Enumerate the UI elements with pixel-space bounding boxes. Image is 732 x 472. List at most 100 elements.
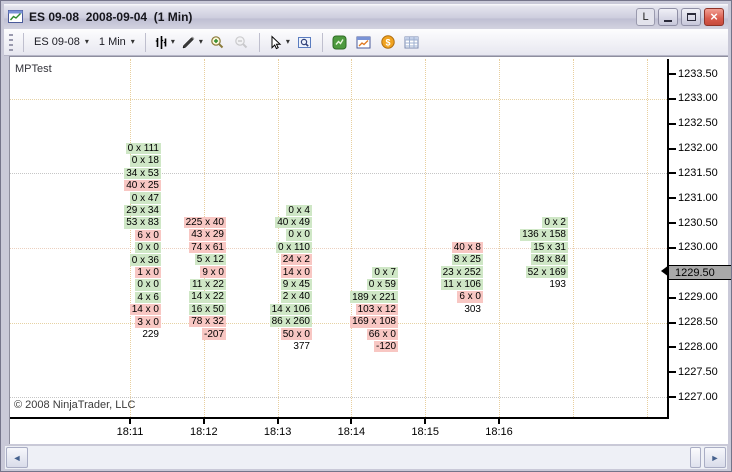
bidask-cell: 24 x 2 — [280, 254, 312, 266]
price-label: 1228.50 — [678, 316, 718, 328]
column-total: -120 — [373, 340, 398, 353]
time-label: 18:16 — [485, 426, 513, 438]
instrument-label: ES 09-08 — [34, 36, 80, 48]
column-total: 193 — [549, 279, 566, 291]
v-gridline — [351, 59, 353, 417]
bidask-cell: 0 x 0 — [135, 242, 161, 254]
zoom-in-button[interactable] — [207, 32, 229, 53]
price-tick — [669, 246, 676, 249]
time-tick — [350, 419, 353, 424]
price-label: 1227.50 — [678, 365, 718, 378]
price-tick — [669, 296, 676, 299]
close-button[interactable]: × — [704, 7, 724, 26]
data-box-button[interactable] — [294, 32, 316, 53]
bidask-cell: 9 x 45 — [280, 278, 312, 291]
scrollbar-thumb[interactable] — [690, 447, 701, 468]
maximize-button[interactable] — [681, 7, 701, 26]
bidask-cell: 23 x 252 — [440, 266, 483, 278]
chevron-down-icon: ▾ — [285, 37, 290, 46]
account-button[interactable]: $ — [377, 32, 399, 53]
profile-column: 0 x 2 136 x 158 15 x 31 48 x 84 52 x 169 193 — [520, 216, 568, 291]
time-label: 18:11 — [116, 426, 144, 438]
price-label: 1228.00 — [678, 340, 718, 353]
price-tick — [669, 73, 676, 75]
bidask-cell: 0 x 59 — [366, 278, 398, 291]
column-total: 229 — [142, 328, 159, 340]
h-gridline — [10, 247, 667, 249]
profile-column: 0 x 70 x 59 189 x 221 103 x 12 169 x 108 66 … — [350, 266, 398, 354]
bidask-cell: 0 x 110 — [275, 241, 312, 254]
v-gridline — [646, 59, 648, 417]
cursor-mode-button[interactable]: ▾ — [266, 32, 292, 53]
bidask-cell: 78 x 32 — [189, 316, 226, 328]
plot-area[interactable]: MPTest © 2008 NinjaTrader, LLC 1233.50 12… — [9, 56, 731, 444]
time-tick — [129, 419, 131, 424]
profile-column: 225 x 40 43 x 29 74 x 61 5 x 12 9 x 0 11 x 22… — [183, 216, 226, 341]
zoom-out-button[interactable] — [231, 32, 253, 53]
green-strategy-icon — [332, 35, 347, 50]
bidask-cell: 29 x 34 — [124, 204, 161, 217]
title-bar[interactable]: ES 09-08 2008-09-04 (1 Min) L × — [4, 4, 728, 29]
chevron-down-icon: ▾ — [130, 37, 135, 46]
price-tick — [669, 396, 676, 399]
bidask-cell: 8 x 25 — [451, 254, 483, 266]
separator — [23, 32, 24, 52]
new-chart-button[interactable] — [353, 32, 375, 53]
column-total: 303 — [464, 303, 481, 315]
h-gridline — [10, 173, 667, 175]
bidask-cell: 4 x 6 — [135, 291, 161, 303]
bidask-cell: 43 x 29 — [189, 229, 226, 241]
bidask-cell: 225 x 40 — [183, 216, 226, 229]
drawing-tools-button[interactable]: ▾ — [179, 32, 205, 53]
time-label: 18:13 — [263, 426, 292, 438]
column-total: -207 — [201, 328, 226, 340]
bidask-cell: 11 x 22 — [189, 278, 226, 291]
cursor-arrow-icon — [268, 34, 283, 50]
price-tick — [669, 346, 676, 349]
minimize-icon — [664, 20, 672, 22]
link-button[interactable]: L — [636, 7, 655, 26]
minimize-button[interactable] — [658, 7, 678, 26]
h-gridline — [10, 322, 667, 324]
price-label: 1229.00 — [678, 291, 718, 304]
marker-arrow — [661, 265, 669, 278]
price-tick — [669, 147, 676, 150]
pencil-icon — [181, 35, 196, 50]
h-gridline — [10, 98, 667, 100]
interval-dropdown[interactable]: 1 Min ▾ — [95, 34, 139, 50]
separator — [144, 32, 146, 52]
chart-style-button[interactable]: ▾ — [152, 32, 177, 53]
window-title: ES 09-08 2008-09-04 (1 Min) — [29, 9, 193, 24]
bidask-cell: 0 x 36 — [129, 254, 161, 266]
price-tick — [669, 122, 676, 125]
bidask-cell: 40 x 8 — [451, 241, 483, 254]
bidask-cell: 14 x 0 — [280, 266, 312, 278]
toolbar-grip[interactable] — [9, 33, 13, 51]
h-gridline — [10, 397, 667, 399]
bidask-cell: 9 x 0 — [200, 266, 226, 278]
market-analyzer-button[interactable] — [401, 32, 423, 53]
price-tick — [669, 222, 676, 225]
bidask-cell: 11 x 106 — [441, 278, 483, 291]
bidask-cell: 48 x 84 — [531, 254, 568, 266]
strategies-button[interactable] — [329, 32, 351, 53]
price-label: 1230.50 — [678, 216, 718, 229]
toolbar: ES 09-08 ▾ 1 Min ▾ ▾ ▾ ▾ $ — [4, 29, 728, 56]
bidask-cell: 0 x 0 — [286, 229, 312, 241]
bidask-cell: 14 x 0 — [129, 303, 161, 316]
horizontal-scrollbar[interactable]: ◄ ► — [5, 445, 727, 469]
magnify-region-icon — [297, 35, 312, 50]
maximize-icon — [686, 12, 696, 21]
bidask-cell: 74 x 61 — [189, 241, 226, 254]
price-label: 1232.00 — [678, 142, 718, 155]
price-label: 1233.50 — [678, 67, 718, 80]
time-tick — [202, 419, 205, 424]
time-label: 18:14 — [337, 426, 366, 438]
window-chart-icon — [8, 9, 24, 24]
price-tick — [669, 371, 676, 374]
instrument-dropdown[interactable]: ES 09-08 ▾ — [30, 34, 93, 50]
time-tick — [424, 419, 427, 424]
scroll-right-button[interactable]: ► — [704, 447, 726, 468]
bidask-cell: 0 x 2 — [542, 216, 568, 229]
scroll-left-button[interactable]: ◄ — [6, 447, 28, 468]
